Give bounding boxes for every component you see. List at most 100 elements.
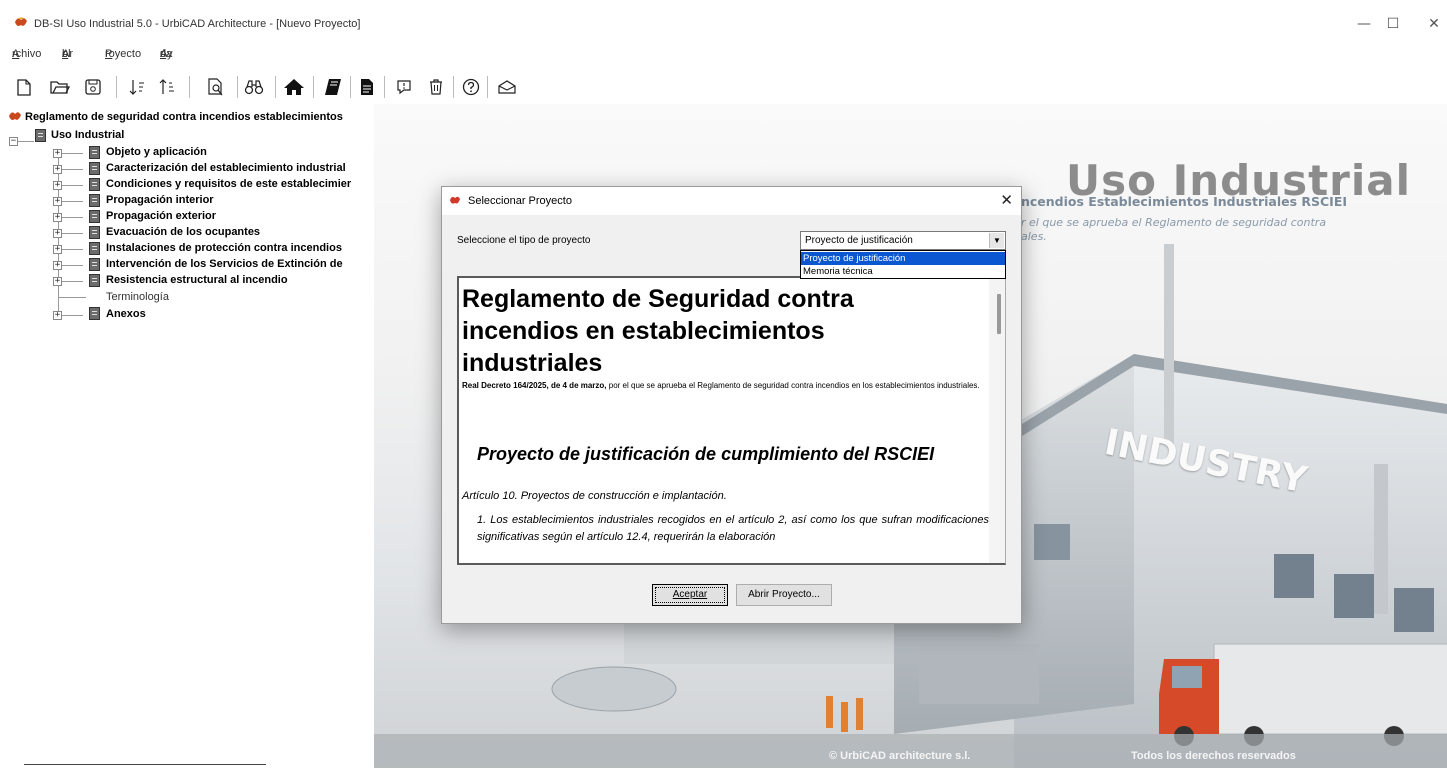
expand-icon[interactable]: + (53, 229, 62, 238)
decree-text: Real Decreto 164/2025, de 4 de marzo, po… (462, 380, 987, 391)
toolbar (0, 60, 1447, 104)
title-bar: DB-SI Uso Industrial 5.0 - UrbiCAD Archi… (0, 0, 1447, 40)
section-icon (89, 226, 100, 239)
open-folder-icon[interactable] (47, 74, 73, 100)
section-icon (89, 210, 100, 223)
help-icon[interactable] (458, 74, 484, 100)
tree-line (62, 265, 83, 266)
toolbar-separator (237, 76, 238, 98)
package-icon[interactable] (494, 74, 520, 100)
tree-item[interactable]: Instalaciones de protección contra incen… (106, 242, 342, 254)
tree-item[interactable]: Caracterización del establecimiento indu… (106, 162, 346, 174)
binoculars-icon[interactable] (241, 74, 267, 100)
open-project-button[interactable]: Abrir Proyecto... (736, 584, 832, 606)
expand-icon[interactable]: + (53, 311, 62, 320)
tree-line (62, 169, 83, 170)
tree-view: Reglamento de seguridad contra incendios… (0, 104, 374, 782)
copyright-text: © UrbiCAD architecture s.l. (829, 750, 971, 762)
section-icon (89, 258, 100, 271)
tree-item[interactable]: Intervención de los Servicios de Extinci… (106, 258, 343, 270)
expand-icon[interactable]: + (53, 261, 62, 270)
save-icon[interactable] (80, 74, 106, 100)
document-preview[interactable]: Reglamento de Seguridad contra incendios… (457, 276, 1006, 565)
splash-description-line: r el que se aprueba el Reglamento de seg… (1021, 216, 1327, 229)
new-file-icon[interactable] (11, 74, 37, 100)
tree-line (62, 185, 83, 186)
section-icon (89, 194, 100, 207)
accept-button-label: Aceptar (672, 589, 708, 600)
close-button[interactable]: ✕ (1422, 12, 1446, 36)
tree-line (58, 297, 86, 298)
tree-line (62, 233, 83, 234)
home-icon[interactable] (281, 74, 307, 100)
menu-label: da (160, 48, 173, 60)
expand-icon[interactable]: + (53, 165, 62, 174)
dropdown-option-memoria[interactable]: Memoria técnica (801, 265, 1005, 278)
doc-scrollbar[interactable] (989, 278, 1005, 563)
toolbar-separator (116, 76, 117, 98)
dropdown-option-justificacion[interactable]: Proyecto de justificación (801, 252, 1005, 265)
accept-button[interactable]: Aceptar (652, 584, 728, 606)
splash-description: r el que se aprueba el Reglamento de seg… (1021, 216, 1326, 244)
project-type-value: Proyecto de justificación (805, 235, 913, 246)
tree-group-uso-industrial[interactable]: Uso Industrial (51, 129, 124, 141)
project-type-select[interactable]: Proyecto de justificación ▼ (800, 231, 1006, 250)
expand-icon[interactable]: + (53, 181, 62, 190)
rights-text: Todos los derechos reservados (1131, 750, 1296, 762)
scrollbar-thumb[interactable] (997, 294, 1001, 334)
minimize-button[interactable]: — (1352, 12, 1376, 36)
select-project-dialog: Seleccionar Proyecto ✕ Seleccione el tip… (441, 186, 1022, 624)
tree-item[interactable]: Propagación exterior (106, 210, 216, 222)
collapse-icon[interactable]: − (9, 137, 18, 146)
section-icon (89, 307, 100, 320)
section-icon (89, 178, 100, 191)
delete-icon[interactable] (423, 74, 449, 100)
document-icon[interactable] (354, 74, 380, 100)
tree-item[interactable]: Objeto y aplicación (106, 146, 207, 158)
article-title: Artículo 10. Proyectos de construcción e… (462, 490, 727, 502)
tree-line (62, 201, 83, 202)
toolbar-separator (384, 76, 385, 98)
sort-descending-icon[interactable] (155, 74, 181, 100)
book-icon[interactable] (320, 74, 346, 100)
article-paragraph: 1. Los establecimientos industriales rec… (477, 514, 989, 543)
doc-heading: industriales (462, 349, 603, 377)
menu-label: ol (62, 48, 71, 60)
expand-icon[interactable]: + (53, 245, 62, 254)
expand-icon[interactable]: + (53, 277, 62, 286)
tree-item[interactable]: Evacuación de los ocupantes (106, 226, 260, 238)
tree-line (62, 249, 83, 250)
chevron-down-icon[interactable]: ▼ (989, 233, 1004, 248)
section-icon (89, 146, 100, 159)
decree-rest: por el que se aprueba el Reglamento de s… (606, 381, 980, 390)
tree-leaf-terminologia[interactable]: Terminología (106, 291, 169, 303)
toolbar-separator (313, 76, 314, 98)
sort-ascending-icon[interactable] (125, 74, 151, 100)
tree-root[interactable]: Reglamento de seguridad contra incendios… (25, 111, 343, 123)
tree-line (62, 315, 83, 316)
maximize-button[interactable]: ☐ (1381, 12, 1405, 36)
tree-root-icon (9, 112, 21, 120)
app-icon (15, 17, 27, 26)
tree-item[interactable]: Propagación interior (106, 194, 214, 206)
decree-bold: Real Decreto 164/2025, de 4 de marzo, (462, 381, 607, 390)
print-preview-icon[interactable] (203, 74, 229, 100)
toolbar-separator (350, 76, 351, 98)
project-type-label: Seleccione el tipo de proyecto (457, 235, 591, 246)
toolbar-separator (189, 76, 190, 98)
menu-label: royecto (105, 48, 142, 60)
comment-icon[interactable] (391, 74, 417, 100)
expand-icon[interactable]: + (53, 197, 62, 206)
tree-item[interactable]: Resistencia estructural al incendio (106, 274, 288, 286)
folder-icon (35, 129, 46, 142)
expand-icon[interactable]: + (53, 149, 62, 158)
tree-item-anexos[interactable]: Anexos (106, 308, 146, 320)
doc-heading: Reglamento de Seguridad contra (462, 285, 854, 313)
dialog-close-icon[interactable]: ✕ (1000, 191, 1013, 209)
toolbar-separator (487, 76, 488, 98)
app-icon (450, 196, 460, 204)
expand-icon[interactable]: + (53, 213, 62, 222)
menu-label: rchivo (12, 48, 42, 60)
tree-item[interactable]: Condiciones y requisitos de este estable… (106, 178, 351, 190)
tree-line (62, 153, 83, 154)
